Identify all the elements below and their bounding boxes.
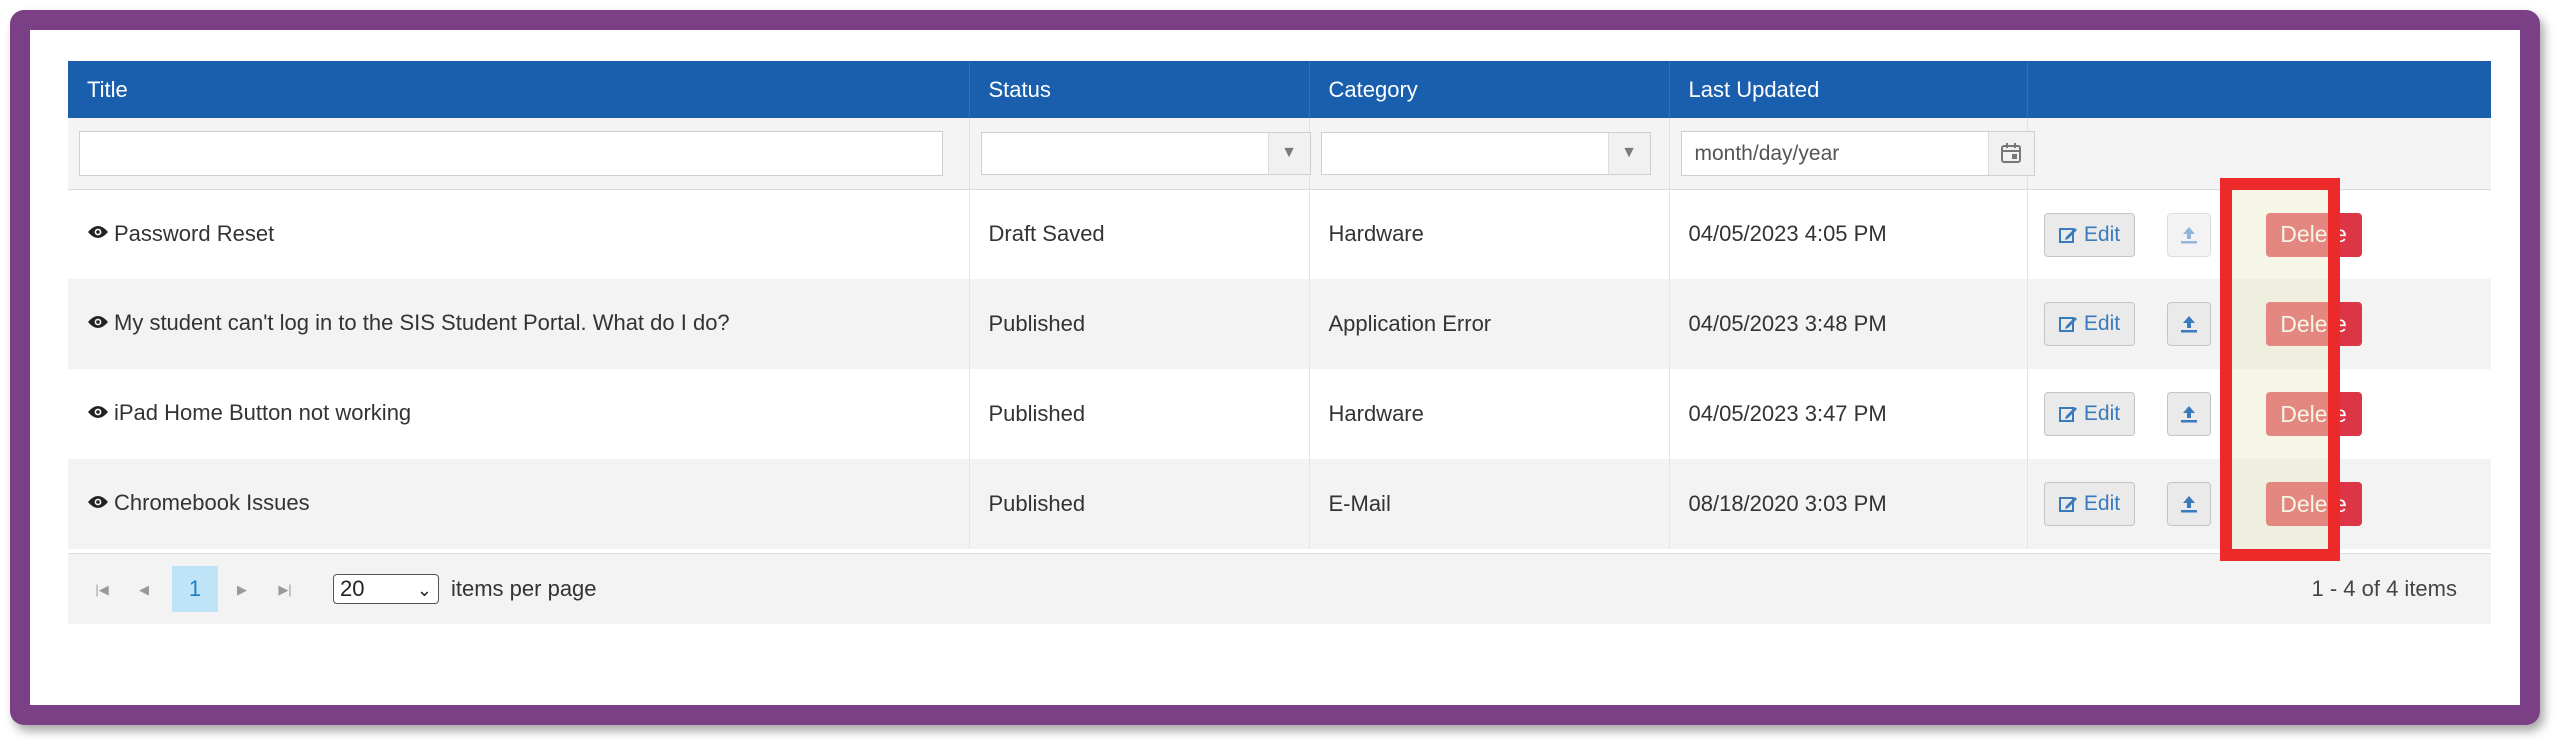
page-size-select[interactable]: 20 ⌄ <box>333 574 439 604</box>
column-header-last-updated[interactable]: Last Updated <box>1669 61 2028 118</box>
publish-button[interactable] <box>2166 482 2211 526</box>
pager-info: 1 - 4 of 4 items <box>2311 576 2457 601</box>
table-row: My student can't log in to the SIS Stude… <box>68 279 2491 369</box>
column-header-status[interactable]: Status <box>969 61 1310 118</box>
category-cell: Hardware <box>1309 189 1670 279</box>
edit-button[interactable]: Edit <box>2043 212 2135 257</box>
last-updated-cell: 04/05/2023 3:48 PM <box>1669 279 2028 369</box>
upload-icon <box>2180 406 2197 423</box>
header-row: Title Status Category Last Updated <box>68 61 2491 118</box>
article-title: iPad Home Button not working <box>114 400 412 426</box>
column-header-category[interactable]: Category <box>1309 61 1670 118</box>
per-page-label: items per page <box>451 576 597 601</box>
last-updated-cell: 04/05/2023 3:47 PM <box>1669 369 2028 459</box>
edit-button[interactable]: Edit <box>2043 392 2135 436</box>
eye-icon[interactable] <box>87 220 109 246</box>
edit-icon <box>2058 407 2077 422</box>
publish-button[interactable] <box>2166 212 2211 257</box>
upload-icon <box>2180 496 2197 513</box>
category-cell: E-Mail <box>1309 459 1670 549</box>
edit-icon <box>2058 317 2077 332</box>
upload-icon <box>2180 226 2197 243</box>
filter-row: ▼ ▼ month/day/year <box>68 118 2491 190</box>
dropdown-caret-icon[interactable]: ▼ <box>1607 132 1650 174</box>
publish-button[interactable] <box>2166 392 2211 436</box>
edit-button[interactable]: Edit <box>2043 302 2135 346</box>
chevron-down-icon: ⌄ <box>416 580 432 600</box>
column-header-actions <box>2027 61 2491 118</box>
last-updated-cell: 04/05/2023 4:05 PM <box>1669 189 2028 279</box>
last-updated-cell: 08/18/2020 3:03 PM <box>1669 459 2028 549</box>
title-cell: My student can't log in to the SIS Stude… <box>68 279 970 369</box>
table-row: iPad Home Button not working Published H… <box>68 369 2491 459</box>
category-cell: Application Error <box>1309 279 1670 369</box>
edit-button[interactable]: Edit <box>2043 482 2135 526</box>
date-placeholder: month/day/year <box>1694 141 1840 165</box>
category-filter-dropdown[interactable]: ▼ <box>1320 131 1651 175</box>
article-title: Chromebook Issues <box>114 490 310 516</box>
table-row: Password Reset Draft Saved Hardware 04/0… <box>68 189 2491 279</box>
publish-column-highlight <box>2220 178 2340 561</box>
kb-articles-grid: Title Status Category Last Updated ▼ ▼ m… <box>68 61 2491 549</box>
title-cell: Chromebook Issues <box>68 459 970 549</box>
date-filter-input[interactable]: month/day/year <box>1680 130 2035 176</box>
title-filter-input[interactable] <box>79 130 943 176</box>
eye-icon[interactable] <box>87 490 109 516</box>
category-cell: Hardware <box>1309 369 1670 459</box>
article-title: Password Reset <box>114 220 275 246</box>
status-filter-dropdown[interactable]: ▼ <box>980 131 1311 175</box>
current-page-button[interactable]: 1 <box>172 566 218 612</box>
status-filter-cell: ▼ <box>969 118 1311 190</box>
title-cell: iPad Home Button not working <box>68 369 970 459</box>
article-title: My student can't log in to the SIS Stude… <box>114 310 730 336</box>
status-cell: Published <box>969 279 1310 369</box>
table-row: Chromebook Issues Published E-Mail 08/18… <box>68 459 2491 549</box>
edit-icon <box>2058 227 2077 243</box>
title-cell: Password Reset <box>68 189 970 279</box>
date-filter-cell: month/day/year <box>1669 118 2035 190</box>
status-cell: Published <box>969 459 1310 549</box>
eye-icon[interactable] <box>87 400 109 426</box>
status-cell: Published <box>969 369 1310 459</box>
dropdown-caret-icon[interactable]: ▼ <box>1267 132 1310 174</box>
edit-icon <box>2058 497 2077 512</box>
status-cell: Draft Saved <box>969 189 1310 279</box>
publish-button[interactable] <box>2166 302 2211 346</box>
title-filter-cell <box>68 118 970 190</box>
first-page-icon[interactable]: |◀ <box>88 576 116 604</box>
next-page-icon[interactable]: ▶ <box>228 576 256 604</box>
calendar-icon[interactable] <box>1987 131 2034 175</box>
pager: |◀ ◀ 1 ▶ ▶| 20 ⌄ items per page 1 - 4 of… <box>68 553 2491 624</box>
column-header-title[interactable]: Title <box>68 61 970 118</box>
eye-icon[interactable] <box>87 310 109 336</box>
upload-icon <box>2180 316 2197 333</box>
category-filter-cell: ▼ <box>1309 118 1670 190</box>
last-page-icon[interactable]: ▶| <box>271 576 299 604</box>
prev-page-icon[interactable]: ◀ <box>130 576 158 604</box>
